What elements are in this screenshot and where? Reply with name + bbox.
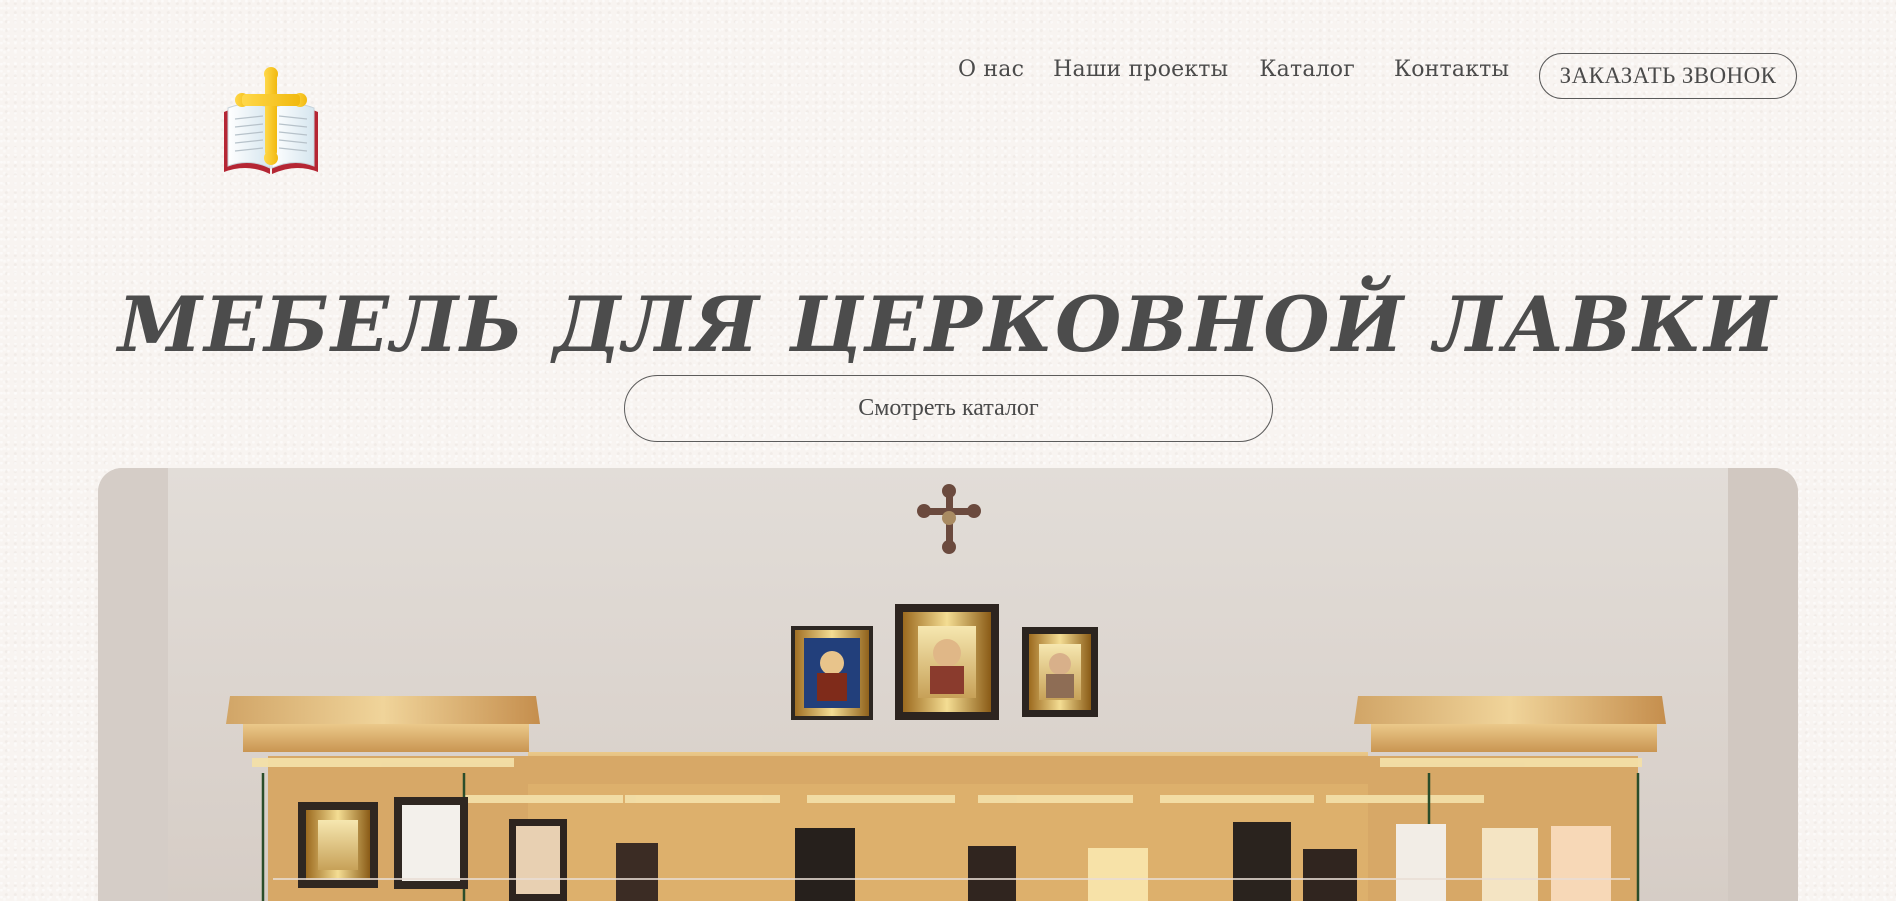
bible-with-cross-icon (224, 67, 318, 174)
nav-link-projects[interactable]: Наши проекты (1053, 56, 1228, 84)
order-call-button[interactable]: ЗАКАЗАТЬ ЗВОНОК (1539, 53, 1797, 99)
main-navigation: О нас Наши проекты Каталог Контакты (958, 56, 1509, 84)
nav-link-catalog[interactable]: Каталог (1259, 56, 1355, 84)
view-catalog-button[interactable]: Смотреть каталог (624, 375, 1273, 442)
nav-link-about[interactable]: О нас (958, 56, 1024, 84)
church-shop-illustration (98, 468, 1798, 901)
nav-link-contacts[interactable]: Контакты (1394, 56, 1509, 84)
page-title: МЕБЕЛЬ ДЛЯ ЦЕРКОВНОЙ ЛАВКИ (117, 279, 1779, 369)
hero-image (98, 468, 1798, 901)
logo[interactable] (218, 66, 324, 182)
